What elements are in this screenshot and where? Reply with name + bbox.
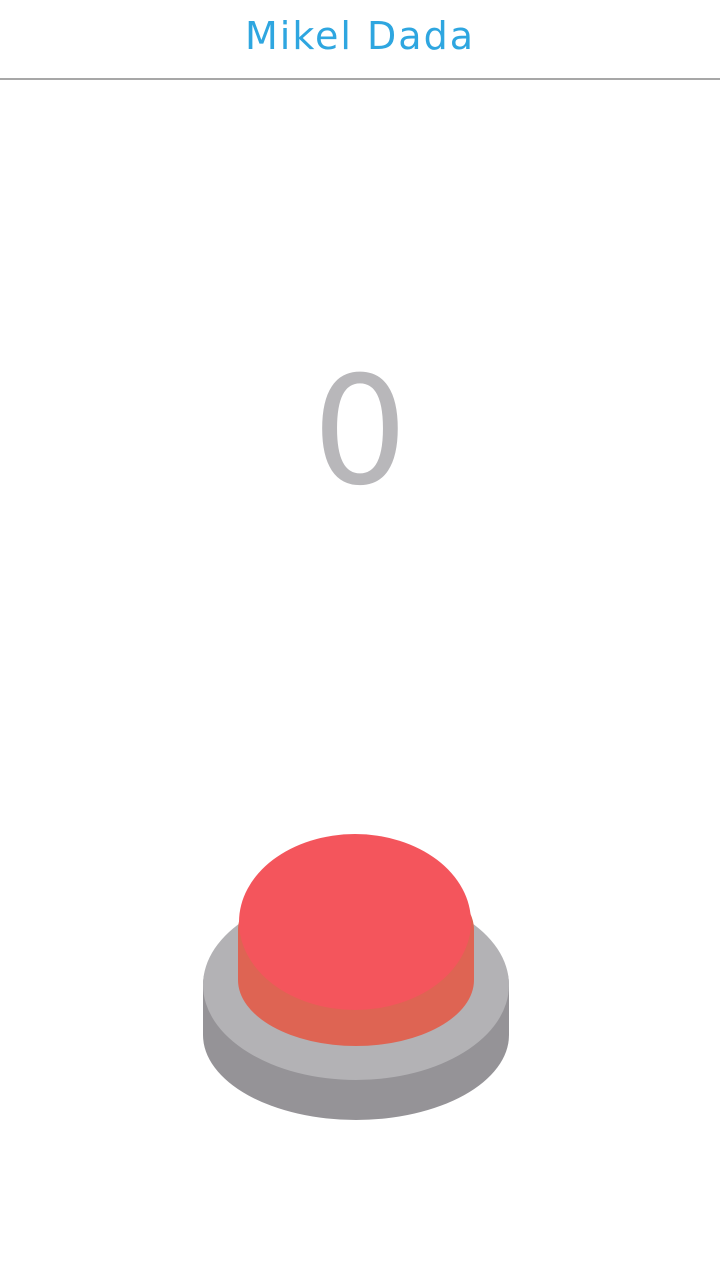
button-top xyxy=(239,834,471,1010)
big-red-button[interactable] xyxy=(200,830,512,1130)
big-red-button-icon[interactable] xyxy=(200,830,512,1130)
page-title: Mikel Dada xyxy=(245,14,475,58)
click-counter: 0 xyxy=(312,345,408,519)
app-screen: Mikel Dada 0 xyxy=(0,0,720,1280)
top-bar: Mikel Dada xyxy=(0,0,720,80)
